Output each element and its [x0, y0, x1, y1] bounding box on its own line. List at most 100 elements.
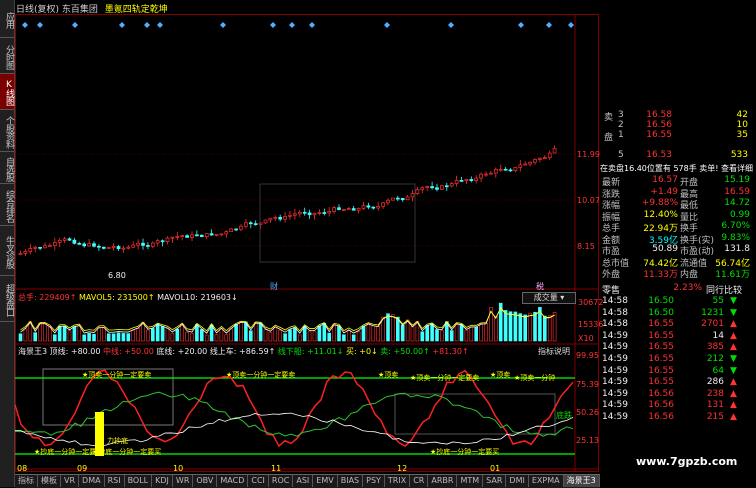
- signal-diamond-icon: [37, 22, 43, 28]
- indicator-tab[interactable]: WR: [173, 475, 194, 487]
- signal-diamond-icon: [309, 22, 315, 28]
- event-mark-2[interactable]: 税: [536, 281, 544, 292]
- volume-bar: [57, 326, 62, 342]
- signal-diamond-icon: [220, 22, 226, 28]
- candle-body: [101, 246, 106, 249]
- indicator-tab[interactable]: BOLL: [125, 475, 153, 487]
- top-sell-label: ★顶卖一分钟一定要卖: [82, 371, 152, 379]
- tab-ranking[interactable]: 综合排名: [0, 184, 14, 226]
- indicator-tab[interactable]: CR: [410, 475, 429, 487]
- indicator-tab[interactable]: DMA: [79, 475, 105, 487]
- candle-body: [43, 245, 47, 249]
- date-label: 09: [77, 464, 88, 473]
- indicator-tab[interactable]: DMI: [506, 475, 529, 487]
- volume-bar: [518, 313, 523, 342]
- signal-diamond-icon: [72, 22, 78, 28]
- candle-body: [234, 228, 238, 231]
- indicator-tab[interactable]: VR: [61, 475, 80, 487]
- indicator-tab[interactable]: EXPMA: [529, 475, 564, 487]
- indicator-tab[interactable]: MACD: [217, 475, 249, 487]
- kline-chart[interactable]: [15, 14, 599, 472]
- trade-tick-row: 14:59 16.56 215 ▲: [600, 412, 754, 423]
- volume-bar: [200, 329, 204, 342]
- candle-body: [116, 246, 121, 250]
- indicator-tab[interactable]: OBV: [193, 475, 218, 487]
- tab-super-panel[interactable]: 超级盘口: [0, 276, 14, 322]
- chart-header: 日线(复权) 东百集团 墨氪四轨定乾坤: [16, 2, 168, 15]
- tick-direction-icon: ▲: [730, 400, 737, 411]
- candle-body: [273, 216, 278, 219]
- tab-intraday[interactable]: 分时图: [0, 38, 14, 74]
- quote-value: 16.59: [724, 186, 750, 197]
- trade-tick-row: 14:59 16.55 385 ▲: [600, 342, 754, 353]
- candle-body: [185, 235, 189, 238]
- volume-bar: [102, 327, 106, 342]
- indicator-explain-link[interactable]: 指标说明: [538, 346, 570, 357]
- tab-app[interactable]: 应用: [0, 0, 14, 38]
- candle-body: [425, 186, 430, 189]
- tick-price: 16.55: [648, 365, 674, 376]
- tick-volume: 55: [712, 296, 724, 306]
- volume-bar: [165, 328, 170, 342]
- indicator-tab[interactable]: SAR: [483, 475, 507, 487]
- indicator-tab[interactable]: ARBR: [428, 475, 458, 487]
- volume-bar: [190, 333, 194, 342]
- tab-diagnose[interactable]: 牛叉诊股: [0, 226, 14, 276]
- indicator-tab[interactable]: ASI: [293, 475, 314, 487]
- order-book-row[interactable]: 盘 1 16.55 35: [600, 130, 754, 143]
- order-level: 5: [618, 150, 624, 160]
- trade-tick-row: 14:59 16.55 212 ▼: [600, 354, 754, 365]
- tick-price: 16.56: [648, 412, 674, 422]
- tick-volume: 238: [706, 388, 724, 399]
- tick-price: 16.55: [648, 354, 674, 364]
- indicator-tab[interactable]: BIAS: [338, 475, 364, 487]
- volume-bar: [82, 334, 86, 342]
- indicator-tab[interactable]: 指标: [15, 475, 38, 487]
- indicator-tab[interactable]: KDJ: [152, 475, 173, 487]
- tick-time: 14:59: [602, 342, 628, 353]
- indicator-tab[interactable]: CCI: [248, 475, 269, 487]
- indicator-tab[interactable]: 模板: [38, 475, 61, 487]
- indicator-tab[interactable]: EMV: [313, 475, 338, 487]
- indicator-tab[interactable]: PSY: [363, 475, 385, 487]
- volume-bar: [523, 314, 528, 342]
- price-low-label: 6.80: [108, 271, 126, 280]
- indicator-tab-active[interactable]: 海景王3: [563, 475, 600, 487]
- tab-stock-info[interactable]: 个股资料: [0, 110, 14, 152]
- sector-compare[interactable]: 零售 2.23% 同行比较: [600, 283, 754, 296]
- volume-bar: [160, 326, 165, 342]
- pad-marker-label: 力抄底: [107, 437, 128, 445]
- volume-bar: [229, 328, 233, 342]
- ind-axis-4: 25.13: [576, 436, 599, 445]
- tick-time: 14:58: [602, 319, 628, 330]
- tick-volume: 131: [706, 400, 724, 411]
- volume-bar: [454, 323, 459, 342]
- volume-bar: [62, 325, 67, 342]
- quote-row: 总手 22.94万 换手 6.70%: [600, 221, 754, 234]
- order-summary[interactable]: 在卖盘16.40位置有 578手 卖单! 查看详细: [600, 163, 754, 174]
- volume-select-button[interactable]: 成交量 ▾: [522, 292, 576, 304]
- order-book-row[interactable]: 5 16.53 533: [600, 150, 754, 161]
- tick-direction-icon: ▼: [730, 296, 737, 306]
- candle-body: [376, 206, 381, 209]
- indicator-tab[interactable]: RSI: [105, 475, 125, 487]
- volume-bar: [204, 334, 209, 342]
- tab-watchlist[interactable]: 自选股: [0, 152, 14, 184]
- tick-time: 14:59: [602, 388, 628, 399]
- candle-body: [547, 152, 552, 158]
- date-label: 10: [173, 464, 184, 473]
- indicator-tab[interactable]: ROC: [269, 475, 294, 487]
- volume-bar: [342, 334, 346, 342]
- volume-bar: [547, 315, 552, 342]
- quote-row: 市盈 50.89 市盈(动) 131.8: [600, 244, 754, 257]
- indicator-tab[interactable]: TRIX: [385, 475, 411, 487]
- tab-kline[interactable]: K线图: [0, 74, 14, 110]
- event-mark-1[interactable]: 财: [270, 281, 278, 292]
- quote-value: 12.40%: [643, 209, 678, 220]
- side-tab-column: 应用 分时图 K线图 个股资料 自选股 综合排名 牛叉诊股 超级盘口: [0, 0, 15, 487]
- signal-diamond-icon: [384, 22, 390, 28]
- candle-body: [395, 197, 400, 200]
- candle-body: [366, 205, 371, 208]
- indicator-tab[interactable]: MTM: [457, 475, 484, 487]
- tick-volume: 64: [712, 365, 724, 376]
